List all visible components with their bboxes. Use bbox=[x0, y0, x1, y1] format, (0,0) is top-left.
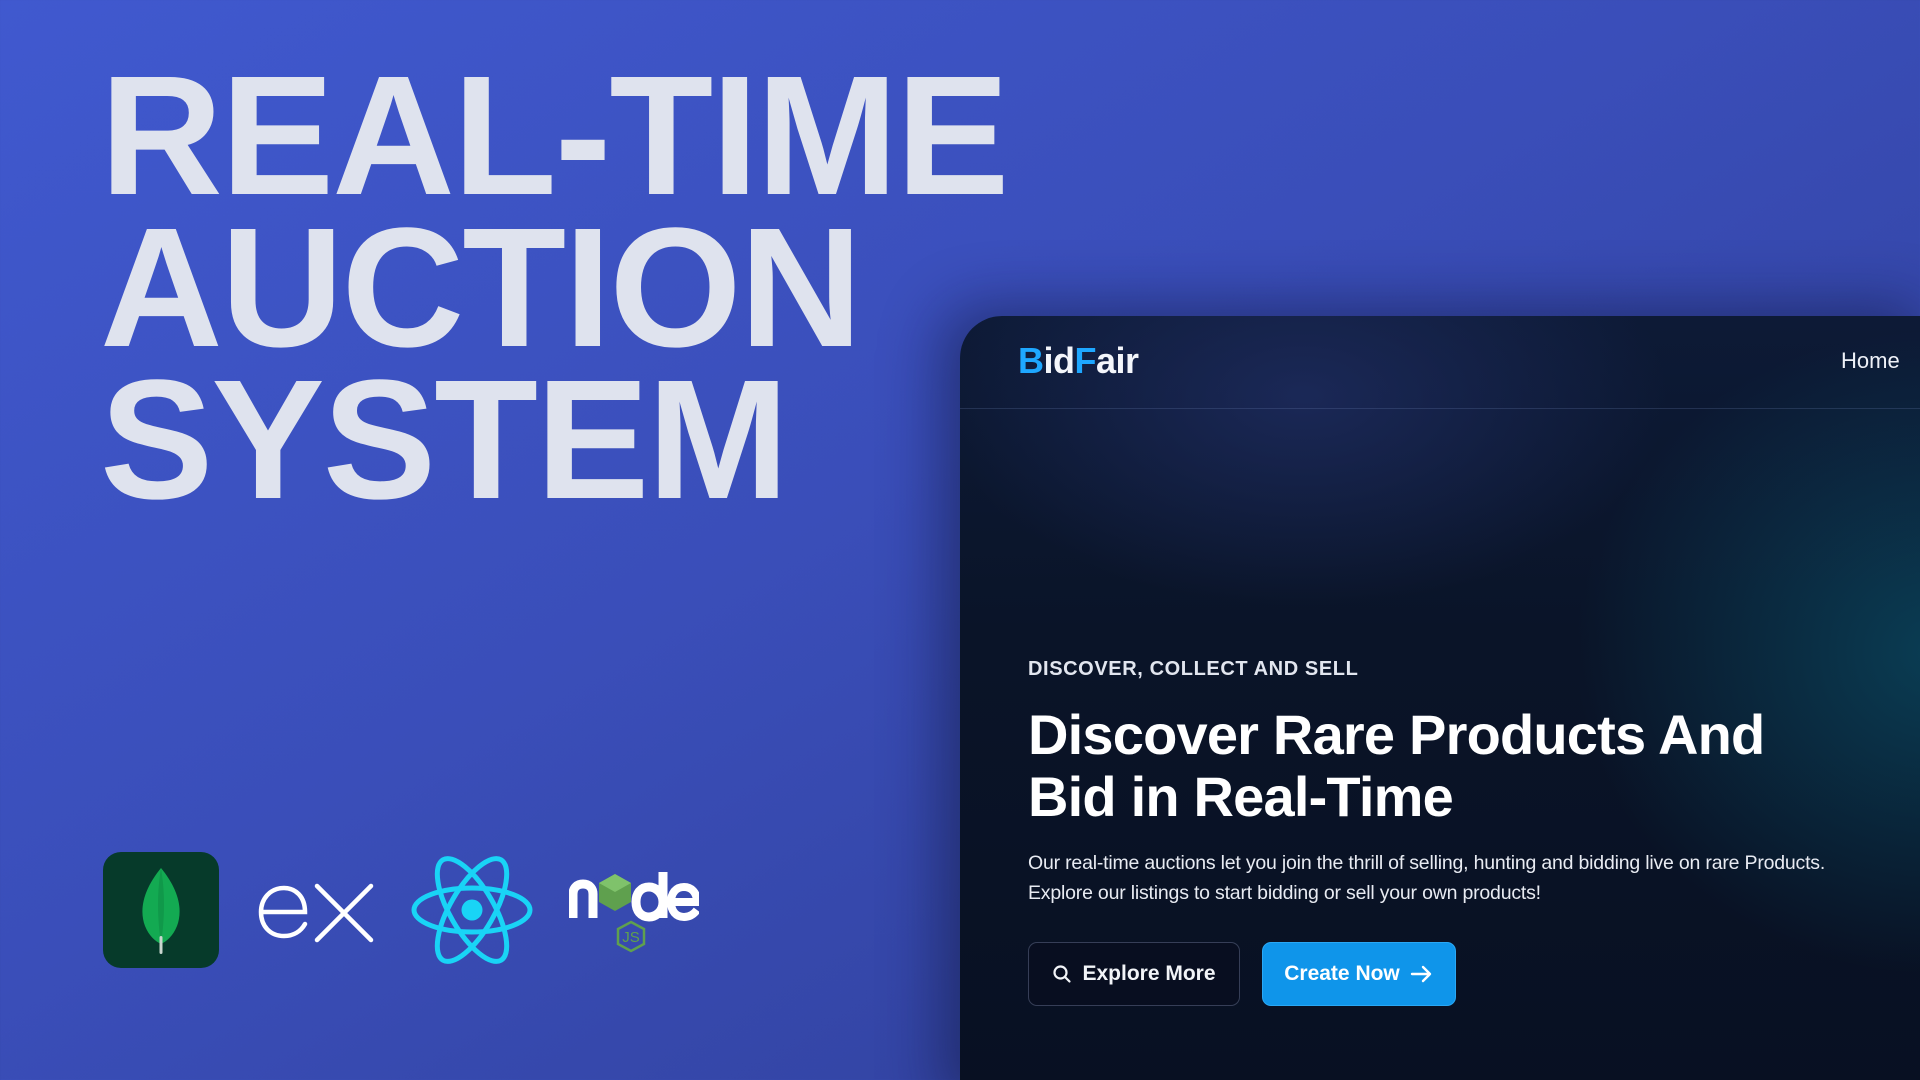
title-line: REAL-TIME bbox=[100, 41, 1009, 231]
brand-text: id bbox=[1043, 340, 1076, 381]
explore-more-button[interactable]: Explore More bbox=[1028, 942, 1240, 1006]
title-line: AUCTION bbox=[100, 193, 862, 383]
hero-headline: Discover Rare Products And Bid in Real-T… bbox=[1028, 703, 1765, 828]
explore-more-label: Explore More bbox=[1082, 962, 1216, 985]
create-now-label: Create Now bbox=[1284, 962, 1400, 985]
description-line: Explore our listings to start bidding or… bbox=[1028, 882, 1541, 904]
search-icon bbox=[1053, 965, 1072, 983]
description-line: Our real-time auctions let you join the … bbox=[1028, 852, 1826, 874]
hero-eyebrow: DISCOVER, COLLECT AND SELL bbox=[1028, 658, 1359, 680]
react-icon bbox=[409, 852, 535, 968]
mongodb-icon bbox=[103, 852, 219, 968]
brand-letter: F bbox=[1074, 340, 1097, 381]
app-navbar: BidFair Home bbox=[960, 316, 1920, 409]
app-preview-window: BidFair Home DISCOVER, COLLECT AND SELL … bbox=[960, 316, 1920, 1080]
brand-logo[interactable]: BidFair bbox=[1018, 340, 1139, 382]
headline-line: Bid in Real-Time bbox=[1028, 765, 1454, 828]
brand-letter: B bbox=[1018, 340, 1044, 381]
hero-description: Our real-time auctions let you join the … bbox=[1028, 848, 1908, 908]
nav-home-link[interactable]: Home bbox=[1841, 348, 1900, 374]
title-line: SYSTEM bbox=[100, 345, 789, 535]
brand-text: air bbox=[1096, 340, 1139, 381]
headline-line: Discover Rare Products And bbox=[1028, 703, 1765, 766]
svg-text:JS: JS bbox=[622, 929, 640, 946]
thumbnail-title: REAL-TIME AUCTION SYSTEM bbox=[100, 41, 1009, 535]
arrow-right-icon bbox=[1410, 965, 1431, 983]
express-icon bbox=[255, 852, 379, 968]
nodejs-icon: JS bbox=[568, 852, 702, 968]
create-now-button[interactable]: Create Now bbox=[1262, 942, 1456, 1006]
